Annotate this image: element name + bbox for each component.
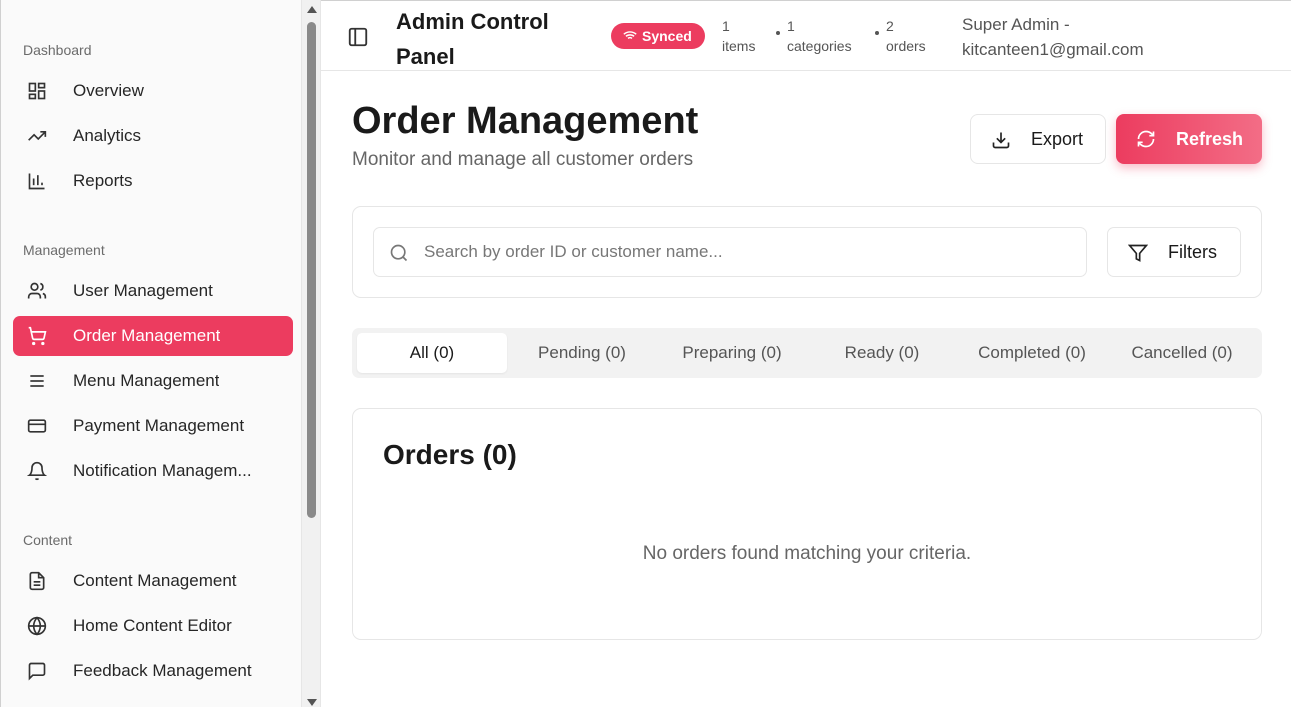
sidebar-item-home-content-editor[interactable]: Home Content Editor bbox=[13, 606, 293, 646]
sync-status-label: Synced bbox=[642, 28, 692, 44]
orders-card: Orders (0) No orders found matching your… bbox=[352, 408, 1262, 640]
wifi-icon bbox=[623, 29, 637, 43]
page-title: Order Management bbox=[352, 100, 699, 142]
user-info: Super Admin - kitcanteen1@gmail.com bbox=[962, 12, 1144, 62]
credit-card-icon bbox=[27, 416, 47, 436]
sidebar-item-menu-management[interactable]: Menu Management bbox=[13, 361, 293, 401]
user-email: kitcanteen1@gmail.com bbox=[962, 40, 1144, 59]
sidebar-item-label: User Management bbox=[73, 281, 213, 300]
sidebar-item-label: Order Management bbox=[73, 326, 221, 345]
stat-count: 1 bbox=[787, 18, 795, 34]
cart-icon bbox=[27, 326, 47, 346]
sidebar-item-content-management[interactable]: Content Management bbox=[13, 561, 293, 601]
section-label-content: Content bbox=[23, 532, 73, 548]
sidebar-item-label: Notification Managem... bbox=[73, 461, 252, 480]
sidebar-item-label: Menu Management bbox=[73, 371, 220, 390]
scroll-thumb[interactable] bbox=[307, 22, 316, 518]
sidebar-item-reports[interactable]: Reports bbox=[13, 161, 293, 201]
page-subtitle: Monitor and manage all customer orders bbox=[352, 149, 694, 170]
filters-label: Filters bbox=[1168, 242, 1217, 262]
download-icon bbox=[991, 130, 1011, 150]
sidebar-item-order-management[interactable]: Order Management bbox=[13, 316, 293, 356]
sidebar-item-user-management[interactable]: User Management bbox=[13, 271, 293, 311]
stat-items: 1 items bbox=[722, 16, 755, 56]
sidebar-item-notification-management[interactable]: Notification Managem... bbox=[13, 451, 293, 491]
users-icon bbox=[27, 281, 47, 301]
search-input[interactable] bbox=[424, 228, 1074, 276]
tab-cancelled[interactable]: Cancelled (0) bbox=[1107, 333, 1257, 373]
tab-preparing[interactable]: Preparing (0) bbox=[657, 333, 807, 373]
filters-button[interactable]: Filters bbox=[1107, 227, 1241, 277]
sidebar-item-label: Payment Management bbox=[73, 416, 245, 435]
search-box[interactable] bbox=[373, 227, 1087, 277]
top-header: Admin Control Panel Synced 1 items 1 cat… bbox=[321, 0, 1291, 71]
section-label-dashboard: Dashboard bbox=[23, 42, 92, 58]
scroll-down-arrow-icon[interactable] bbox=[307, 699, 317, 706]
tab-completed[interactable]: Completed (0) bbox=[957, 333, 1107, 373]
sidebar: Dashboard Overview Analytics Reports Man… bbox=[0, 0, 302, 707]
refresh-icon bbox=[1136, 129, 1156, 149]
message-icon bbox=[27, 661, 47, 681]
stat-label: items bbox=[722, 38, 756, 54]
sync-status-badge: Synced bbox=[611, 23, 705, 49]
separator-dot bbox=[776, 31, 780, 35]
trending-up-icon bbox=[27, 126, 47, 146]
search-icon bbox=[389, 243, 409, 263]
user-role: Super Admin - bbox=[962, 15, 1070, 34]
order-status-tabs: All (0) Pending (0) Preparing (0) Ready … bbox=[352, 328, 1262, 378]
export-label: Export bbox=[1031, 128, 1084, 149]
sidebar-item-payment-management[interactable]: Payment Management bbox=[13, 406, 293, 446]
refresh-label: Refresh bbox=[1176, 128, 1244, 149]
grid-icon bbox=[27, 81, 47, 101]
export-button[interactable]: Export bbox=[970, 114, 1106, 164]
sidebar-item-label: Reports bbox=[73, 171, 133, 190]
stat-label: orders bbox=[886, 38, 926, 54]
tab-pending[interactable]: Pending (0) bbox=[507, 333, 657, 373]
sidebar-toggle-icon[interactable] bbox=[347, 26, 369, 48]
sidebar-item-feedback-management[interactable]: Feedback Management bbox=[13, 651, 293, 691]
stat-count: 2 bbox=[886, 18, 894, 34]
stat-categories: 1 categories bbox=[776, 16, 852, 56]
stat-count: 1 bbox=[722, 18, 730, 34]
filter-icon bbox=[1127, 243, 1149, 263]
sidebar-item-label: Analytics bbox=[73, 126, 142, 145]
orders-title: Orders (0) bbox=[383, 439, 517, 470]
refresh-button[interactable]: Refresh bbox=[1116, 114, 1262, 164]
stat-label: categories bbox=[787, 38, 852, 54]
tab-all[interactable]: All (0) bbox=[357, 333, 507, 373]
sidebar-item-label: Overview bbox=[73, 81, 144, 100]
sidebar-item-label: Content Management bbox=[73, 571, 237, 590]
menu-icon bbox=[27, 371, 47, 391]
sidebar-item-analytics[interactable]: Analytics bbox=[13, 116, 293, 156]
file-text-icon bbox=[27, 571, 47, 591]
app-title: Admin Control Panel bbox=[396, 9, 549, 69]
stat-orders: 2 orders bbox=[875, 16, 926, 56]
sidebar-item-label: Home Content Editor bbox=[73, 616, 232, 635]
sidebar-item-overview[interactable]: Overview bbox=[13, 71, 293, 111]
sidebar-item-label: Feedback Management bbox=[73, 661, 252, 680]
section-label-management: Management bbox=[23, 242, 105, 258]
globe-icon bbox=[27, 616, 47, 636]
bell-icon bbox=[27, 461, 47, 481]
scroll-up-arrow-icon[interactable] bbox=[307, 6, 317, 13]
sidebar-scrollbar[interactable] bbox=[302, 0, 321, 707]
separator-dot bbox=[875, 31, 879, 35]
search-card: Filters bbox=[352, 206, 1262, 298]
tab-ready[interactable]: Ready (0) bbox=[807, 333, 957, 373]
bar-chart-icon bbox=[27, 171, 47, 191]
empty-state-message: No orders found matching your criteria. bbox=[642, 543, 972, 564]
